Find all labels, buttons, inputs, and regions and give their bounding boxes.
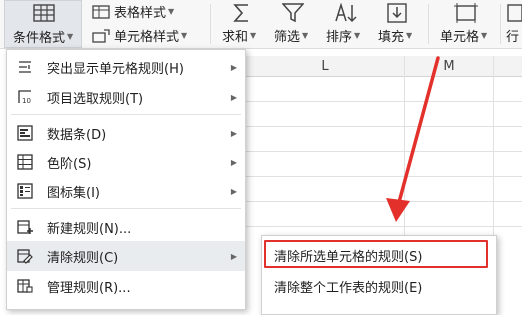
menu-item-manage-rules[interactable]: 管理规则(R)...: [7, 271, 245, 301]
chevron-right-icon: ▶: [230, 251, 237, 261]
row-col-button[interactable]: 行: [504, 0, 522, 48]
menu-item-label: 色阶(S): [47, 156, 92, 172]
chevron-down-icon: ▼: [181, 31, 188, 40]
submenu-item-clear-sheet[interactable]: 清除整个工作表的规则(E): [262, 272, 496, 300]
svg-text:10: 10: [22, 97, 31, 105]
filter-label: 筛选: [274, 30, 301, 45]
column-header-next[interactable]: [494, 56, 522, 77]
chevron-right-icon: ▶: [230, 128, 237, 138]
ribbon-toolbar: 条件格式 ▼ 表格样式 ▼ 单元格样式 ▼ 求和 ▼ 筛选 ▼ 排序 ▼ 填充 …: [0, 0, 522, 49]
conditional-format-label: 条件格式: [13, 31, 66, 46]
ribbon-divider: [500, 4, 501, 44]
menu-item-label: 清除规则(C): [47, 250, 119, 266]
chevron-right-icon: ▶: [230, 92, 237, 102]
clear-rules-icon: [17, 249, 33, 264]
menu-item-label: 数据条(D): [47, 127, 107, 143]
menu-divider: [11, 208, 241, 209]
conditional-format-icon: [33, 4, 55, 22]
row-col-icon: [507, 4, 522, 22]
icon-sets-icon: [17, 183, 33, 199]
menu-item-top-bottom-rules[interactable]: 10 项目选取规则(T) ▶: [7, 82, 245, 112]
menu-item-icon-sets[interactable]: 图标集(I) ▶: [7, 176, 245, 206]
fill-button[interactable]: 填充 ▼: [376, 0, 422, 48]
sort-label: 排序: [326, 30, 353, 45]
cell-icon: [454, 3, 478, 23]
sort-button[interactable]: 排序 ▼: [324, 0, 370, 48]
table-style-icon: [92, 4, 110, 19]
menu-item-data-bars[interactable]: 数据条(D) ▶: [7, 118, 245, 148]
cell-style-label: 单元格样式: [114, 30, 180, 45]
cell-style-button[interactable]: 单元格样式 ▼: [92, 26, 187, 45]
chevron-down-icon: ▼: [168, 7, 175, 16]
chevron-down-icon: ▼: [406, 31, 413, 40]
cell-style-icon: [92, 28, 110, 43]
grid-line: [246, 201, 522, 202]
grid-line: [246, 151, 522, 152]
conditional-format-button[interactable]: 条件格式 ▼: [4, 0, 82, 48]
menu-item-label: 新建规则(N)...: [47, 221, 132, 237]
menu-item-highlight-rules[interactable]: 突出显示单元格规则(H) ▶: [7, 52, 245, 82]
menu-item-color-scales[interactable]: 色阶(S) ▶: [7, 147, 245, 177]
fill-label: 填充: [378, 30, 405, 45]
highlight-box: [264, 240, 488, 268]
menu-item-label: 图标集(I): [47, 185, 100, 201]
manage-rules-icon: [17, 279, 33, 293]
chevron-down-icon: ▼: [302, 31, 309, 40]
grid-line: [246, 101, 522, 102]
sigma-icon: [233, 4, 248, 22]
chevron-down-icon: ▼: [67, 32, 74, 41]
menu-divider: [11, 114, 241, 115]
data-bars-icon: [17, 125, 33, 141]
fill-down-icon: [387, 3, 407, 23]
chevron-down-icon: ▼: [354, 31, 361, 40]
row-col-label: 行: [506, 30, 520, 45]
menu-item-label: 突出显示单元格规则(H): [47, 61, 184, 77]
filter-icon: [282, 3, 304, 23]
grid-line: [246, 176, 522, 177]
chevron-down-icon: ▼: [481, 31, 488, 40]
column-header-l-label: L: [321, 58, 329, 74]
cell-label: 单元格: [440, 30, 480, 45]
chevron-right-icon: ▶: [230, 62, 237, 72]
table-style-label: 表格样式: [114, 6, 167, 21]
new-rule-icon: [17, 220, 33, 234]
sum-button[interactable]: 求和 ▼: [220, 0, 266, 48]
table-style-button[interactable]: 表格样式 ▼: [92, 2, 174, 21]
ribbon-divider: [210, 4, 211, 44]
sum-label: 求和: [222, 30, 249, 45]
top-bottom-rules-icon: 10: [18, 90, 31, 105]
highlight-rules-icon: [19, 61, 31, 73]
menu-item-clear-rules[interactable]: 清除规则(C) ▶: [7, 241, 245, 271]
color-scales-icon: [17, 154, 33, 170]
chevron-right-icon: ▶: [230, 157, 237, 167]
menu-item-new-rule[interactable]: 新建规则(N)...: [7, 212, 245, 242]
ribbon-divider: [428, 4, 429, 44]
chevron-right-icon: ▶: [230, 186, 237, 196]
conditional-format-menu: 突出显示单元格规则(H) ▶ 10 项目选取规则(T) ▶ 数据条(D) ▶ 色…: [6, 49, 246, 310]
submenu-item-label: 清除整个工作表的规则(E): [274, 281, 423, 296]
grid-line: [246, 226, 522, 227]
grid-line: [246, 126, 522, 127]
sort-icon: [335, 3, 357, 23]
menu-item-label: 项目选取规则(T): [47, 91, 144, 107]
column-header-m-label: M: [443, 58, 455, 74]
menu-item-label: 管理规则(R)...: [47, 280, 131, 296]
column-header-m[interactable]: M: [405, 56, 493, 77]
chevron-down-icon: ▼: [250, 31, 257, 40]
cell-button[interactable]: 单元格 ▼: [436, 0, 496, 48]
column-header-l[interactable]: L: [246, 56, 404, 77]
filter-button[interactable]: 筛选 ▼: [272, 0, 318, 48]
